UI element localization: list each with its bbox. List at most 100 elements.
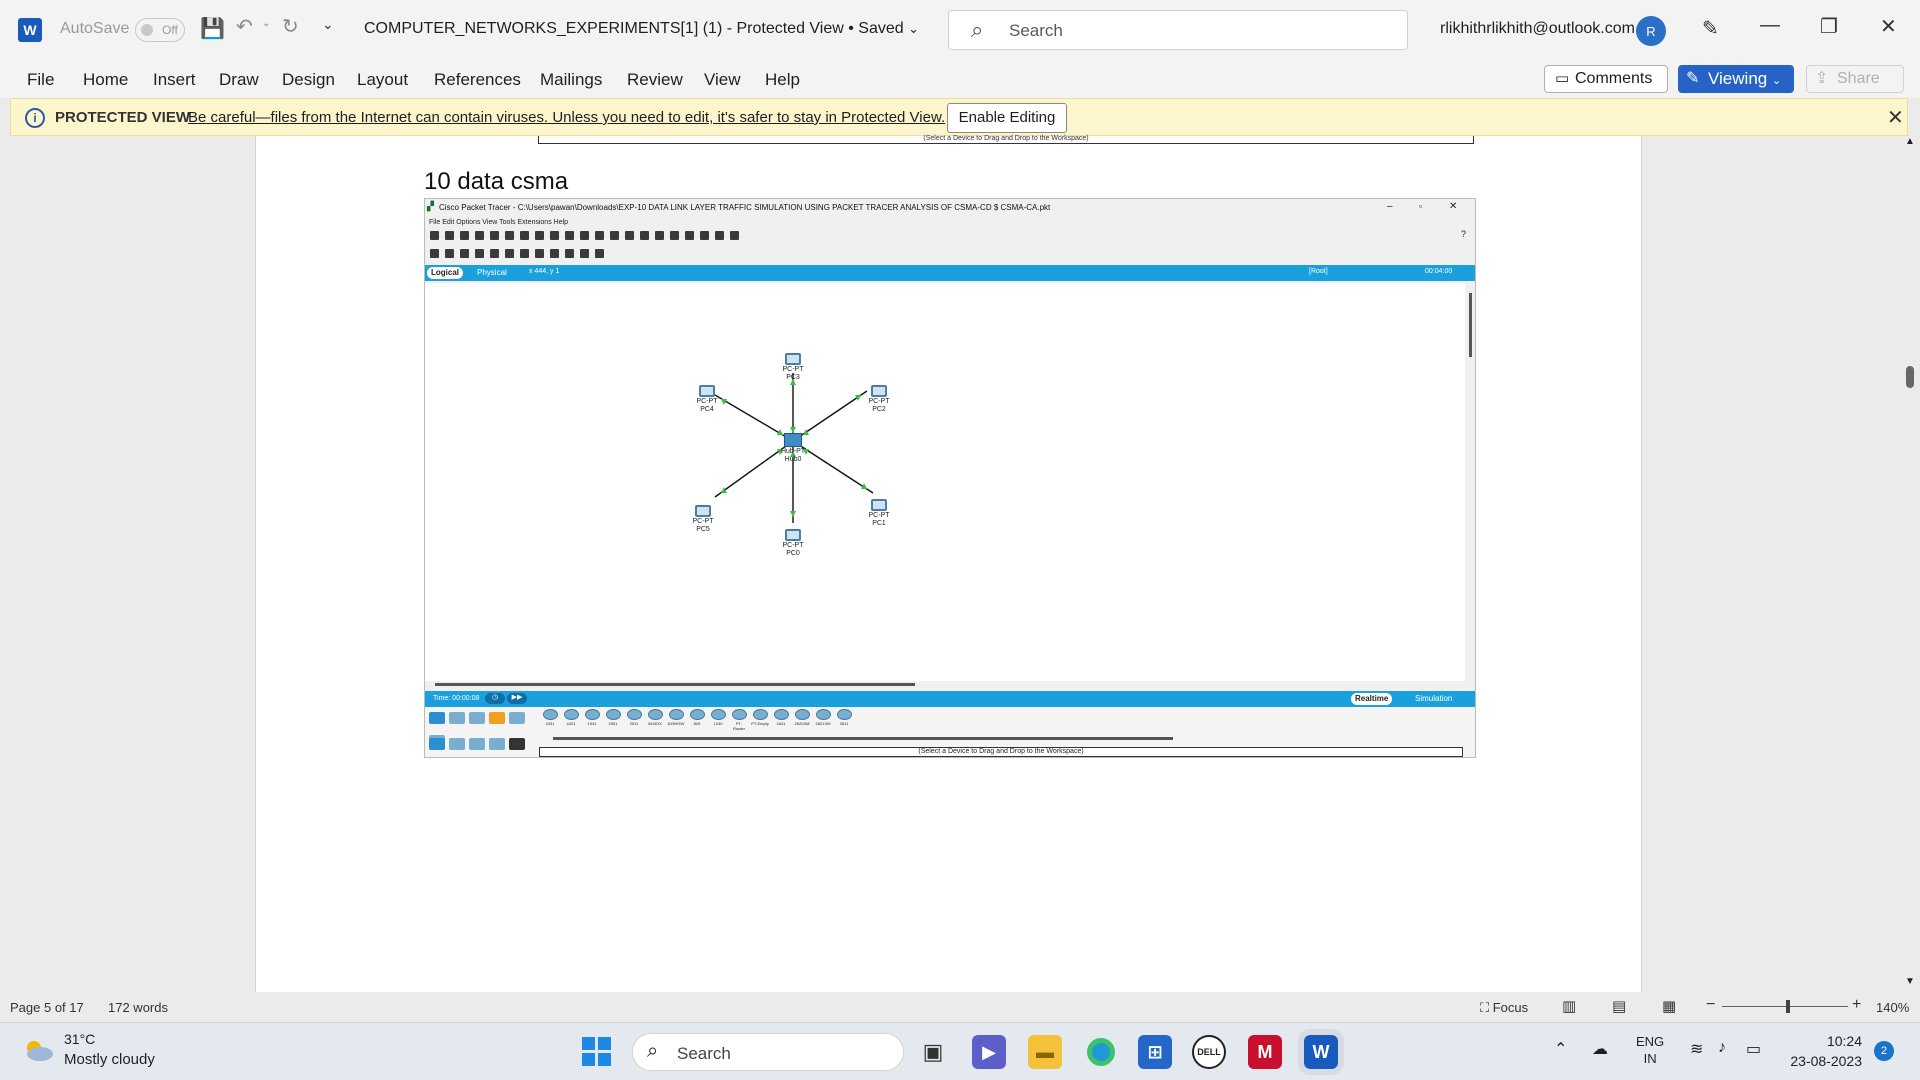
- tab-design[interactable]: Design: [282, 70, 335, 90]
- document-scrollbar[interactable]: ▲ ▼: [1900, 136, 1920, 992]
- pc-icon: [871, 499, 887, 511]
- word-taskbar-icon[interactable]: W: [1298, 1029, 1344, 1075]
- pt-device-item: 2811: [835, 709, 853, 726]
- customize-toolbar-icon[interactable]: ⌄: [322, 16, 334, 33]
- zoom-slider-thumb[interactable]: [1786, 1000, 1790, 1013]
- taskbar-search[interactable]: ⌕ Search: [632, 1033, 904, 1071]
- pen-icon[interactable]: ✎: [1702, 16, 1719, 41]
- input-language[interactable]: ENG IN: [1636, 1033, 1664, 1067]
- volume-icon[interactable]: ♪: [1718, 1039, 1726, 1057]
- search-box[interactable]: ⌕ Search: [948, 10, 1408, 50]
- zoom-slider[interactable]: [1722, 1006, 1848, 1007]
- word-count[interactable]: 172 words: [108, 1000, 168, 1015]
- weather-temperature[interactable]: 31°C: [64, 1031, 95, 1047]
- comment-icon: ▭: [1555, 70, 1570, 87]
- node-type: Hub-PT: [780, 448, 806, 455]
- node-type: PC-PT: [692, 518, 714, 525]
- pt-device-label: 819HGW: [667, 721, 685, 726]
- scroll-down-icon[interactable]: ▼: [1905, 976, 1915, 987]
- pt-minimize-icon: –: [1387, 201, 1393, 212]
- avatar[interactable]: R: [1636, 16, 1666, 46]
- autosave-label: AutoSave: [60, 20, 130, 37]
- mcafee-icon[interactable]: M: [1248, 1035, 1282, 1069]
- account-email[interactable]: rlikhithrlikhith@outlook.com: [1440, 20, 1635, 38]
- close-icon[interactable]: ✕: [1887, 105, 1904, 130]
- focus-label: Focus: [1492, 1000, 1529, 1015]
- tab-file[interactable]: File: [27, 70, 54, 90]
- protected-view-message-link[interactable]: Be careful—files from the Internet can c…: [188, 109, 945, 126]
- tab-layout[interactable]: Layout: [357, 70, 408, 90]
- scroll-thumb[interactable]: [1906, 366, 1914, 388]
- router-icon: [584, 709, 600, 720]
- link-status-light: [721, 487, 727, 493]
- node-type: PC-PT: [868, 398, 890, 405]
- previous-image-bottom: (Select a Device to Drag and Drop to the…: [538, 135, 1474, 144]
- task-view-icon[interactable]: ▣: [916, 1035, 950, 1069]
- windows-taskbar: 31°C Mostly cloudy ⌕ Search ▣ ▶ ▬ ⊞ DELL…: [0, 1022, 1920, 1080]
- pt-device-item: 2901: [604, 709, 622, 726]
- close-icon[interactable]: ✕: [1880, 14, 1897, 39]
- start-button[interactable]: [582, 1037, 612, 1067]
- zoom-in-icon[interactable]: +: [1852, 996, 1861, 1014]
- store-icon[interactable]: ⊞: [1138, 1035, 1172, 1069]
- focus-button[interactable]: ⛶ Focus: [1480, 1000, 1528, 1016]
- teams-chat-icon[interactable]: ▶: [972, 1035, 1006, 1069]
- ribbon-tabs: File Home Insert Draw Design Layout Refe…: [0, 58, 1920, 98]
- edge-icon[interactable]: [1084, 1035, 1118, 1069]
- scroll-up-icon[interactable]: ▲: [1905, 136, 1915, 147]
- tab-home[interactable]: Home: [83, 70, 128, 90]
- tab-help[interactable]: Help: [765, 70, 800, 90]
- zoom-level[interactable]: 140%: [1876, 1000, 1909, 1015]
- pt-device-item: 4331: [541, 709, 559, 726]
- viewing-mode-button[interactable]: ✎ Viewing ⌄: [1678, 65, 1794, 93]
- autosave-toggle[interactable]: Off: [135, 18, 185, 42]
- battery-icon[interactable]: ▭: [1746, 1039, 1761, 1059]
- tab-references[interactable]: References: [434, 70, 521, 90]
- print-layout-icon[interactable]: ▤: [1612, 997, 1626, 1015]
- page-indicator[interactable]: Page 5 of 17: [10, 1000, 84, 1015]
- pt-fast-forward-icon: ▶▶: [507, 693, 527, 704]
- router-icon: [773, 709, 789, 720]
- tab-mailings[interactable]: Mailings: [540, 70, 602, 90]
- status-bar: Page 5 of 17 172 words ⛶ Focus ▥ ▤ ▦ − +…: [0, 992, 1920, 1022]
- show-hidden-icons-chevron-up-icon[interactable]: ⌃: [1554, 1039, 1567, 1059]
- lang-line-2: IN: [1643, 1051, 1657, 1066]
- tab-review[interactable]: Review: [627, 70, 683, 90]
- save-icon[interactable]: 💾: [200, 16, 225, 41]
- cloud-sun-icon[interactable]: [20, 1037, 56, 1063]
- node-name: PC0: [786, 550, 800, 557]
- pt-device-label: 2901: [608, 721, 618, 726]
- packet-tracer-logo-icon: ▞: [427, 201, 434, 211]
- read-mode-icon[interactable]: ▥: [1562, 997, 1576, 1015]
- comments-button[interactable]: ▭ Comments: [1544, 65, 1668, 93]
- pt-device-categories: [427, 709, 537, 747]
- clock[interactable]: 10:24 23-08-2023: [1786, 1031, 1862, 1071]
- weather-description[interactable]: Mostly cloudy: [64, 1051, 155, 1068]
- enable-editing-button[interactable]: Enable Editing: [947, 103, 1067, 133]
- minimize-icon[interactable]: —: [1760, 14, 1780, 37]
- pc-icon: [785, 529, 801, 541]
- tab-view[interactable]: View: [704, 70, 741, 90]
- wifi-icon[interactable]: ≋: [1690, 1039, 1703, 1059]
- onedrive-icon[interactable]: ☁: [1592, 1039, 1608, 1059]
- pt-clock: 00:04:00: [1425, 268, 1453, 275]
- restore-icon[interactable]: ❐: [1820, 14, 1838, 39]
- notification-badge[interactable]: 2: [1874, 1041, 1894, 1061]
- web-layout-icon[interactable]: ▦: [1662, 997, 1676, 1015]
- undo-dropdown-icon[interactable]: ⌄: [262, 18, 270, 29]
- router-icon: [731, 709, 747, 720]
- router-icon: [605, 709, 621, 720]
- link-status-light: [790, 511, 796, 517]
- file-explorer-icon[interactable]: ▬: [1028, 1035, 1062, 1069]
- zoom-out-icon[interactable]: −: [1706, 996, 1715, 1014]
- tab-insert[interactable]: Insert: [153, 70, 196, 90]
- router-icon: [563, 709, 579, 720]
- dell-icon[interactable]: DELL: [1192, 1035, 1226, 1069]
- share-button[interactable]: ⇪ Share: [1806, 65, 1904, 93]
- protected-view-bar: i PROTECTED VIEW Be careful—files from t…: [10, 98, 1908, 136]
- redo-icon[interactable]: ↻: [282, 14, 299, 39]
- document-title[interactable]: COMPUTER_NETWORKS_EXPERIMENTS[1] (1) - P…: [364, 20, 919, 38]
- tab-draw[interactable]: Draw: [219, 70, 259, 90]
- comments-label: Comments: [1575, 70, 1653, 87]
- undo-icon[interactable]: ↶: [236, 14, 253, 39]
